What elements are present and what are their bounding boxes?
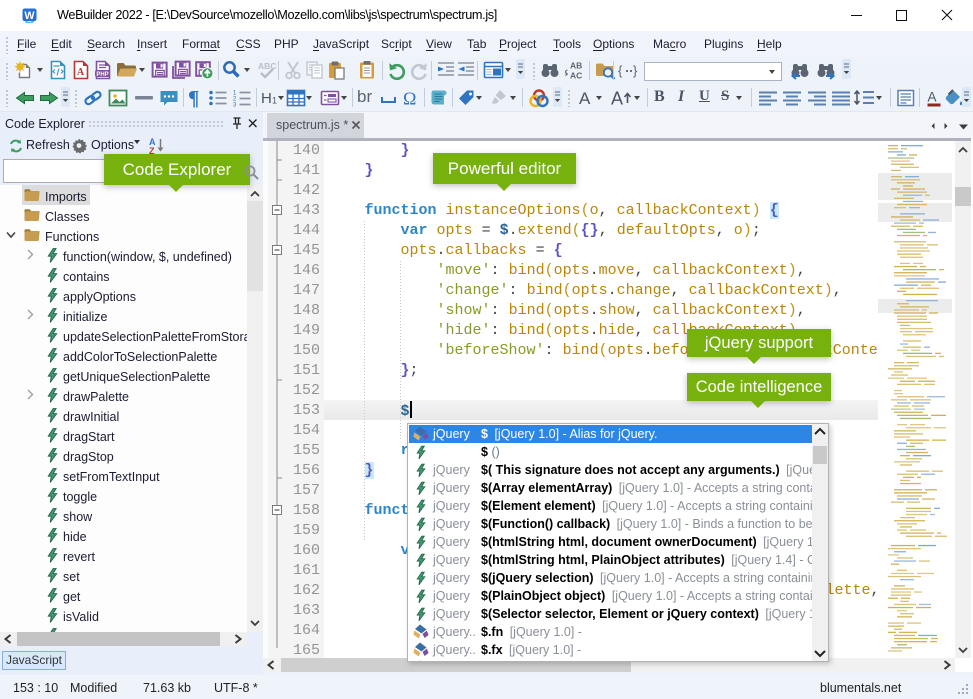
svg-text:A: A [77,67,85,78]
svg-text:A: A [579,89,591,108]
svg-text:PHP: PHP [96,72,108,78]
svg-text:3: 3 [233,103,237,109]
svg-text:AB: AB [570,61,582,71]
svg-text:1: 1 [272,96,277,106]
svg-text:A: A [611,89,623,109]
svg-text:{: { [618,63,623,78]
svg-text:AC: AC [570,71,582,81]
svg-text:ABC: ABC [258,61,276,71]
svg-text:H: H [261,90,272,107]
svg-text:A: A [928,90,937,105]
svg-text:}: } [633,63,638,78]
svg-text:¶: ¶ [188,88,199,108]
svg-text:Ω: Ω [403,89,416,109]
svg-text:W: W [24,10,35,22]
